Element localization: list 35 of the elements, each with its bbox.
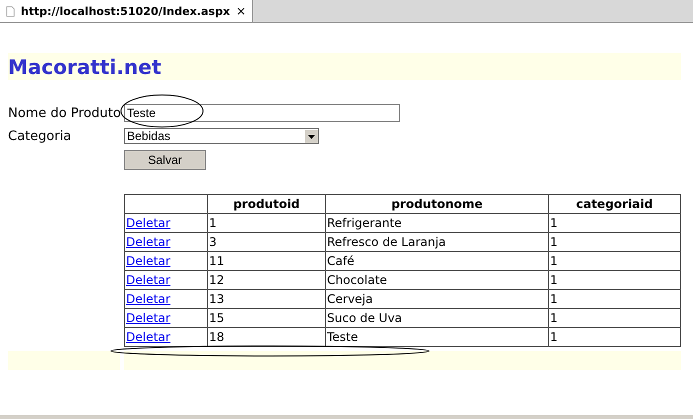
caret-icon [305, 130, 318, 142]
table-cell: 1 [208, 214, 326, 232]
page-icon [6, 4, 15, 18]
field-label: Categoria [8, 128, 72, 144]
input-field[interactable]: Teste [124, 104, 400, 122]
table-cell: 3 [208, 232, 326, 252]
tab-title: http://localhost:51020/Index.aspx [20, 4, 230, 18]
table-cell: 15 [208, 308, 326, 328]
table-cell: 11 [208, 252, 326, 270]
table-cell: 18 [208, 328, 326, 346]
table-cell: Refresco de Laranja [326, 232, 548, 252]
browser-tab[interactable]: http://localhost:51020/Index.aspx × [0, 0, 253, 22]
save-button[interactable]: Salvar [124, 150, 206, 170]
table-cell: 1 [548, 290, 680, 308]
site-title: Macoratti.net [8, 54, 162, 78]
table-cell: Refrigerante [326, 214, 548, 232]
table-cell: Chocolate [326, 270, 548, 290]
table-cell: 1 [548, 270, 680, 290]
close-icon[interactable]: × [236, 4, 246, 18]
table-cell: Cerveja [326, 290, 548, 308]
column-header: produtoid [208, 194, 326, 214]
table-cell: 1 [548, 252, 680, 270]
table-cell: 1 [548, 232, 680, 252]
table-cell: Teste [326, 328, 548, 346]
table-cell: 1 [548, 328, 680, 346]
table-cell: 1 [548, 214, 680, 232]
field-label: Nome do Produto [8, 106, 122, 120]
table-cell: 1 [548, 308, 680, 328]
table-cell: Suco de Uva [326, 308, 548, 328]
table-cell: 13 [208, 290, 326, 308]
column-header: categoriaid [548, 194, 680, 214]
table-cell: 12 [208, 270, 326, 290]
category-dropdown[interactable]: Bebidas [124, 128, 319, 144]
column-header: produtonome [326, 194, 548, 214]
table-cell: Café [326, 252, 548, 270]
